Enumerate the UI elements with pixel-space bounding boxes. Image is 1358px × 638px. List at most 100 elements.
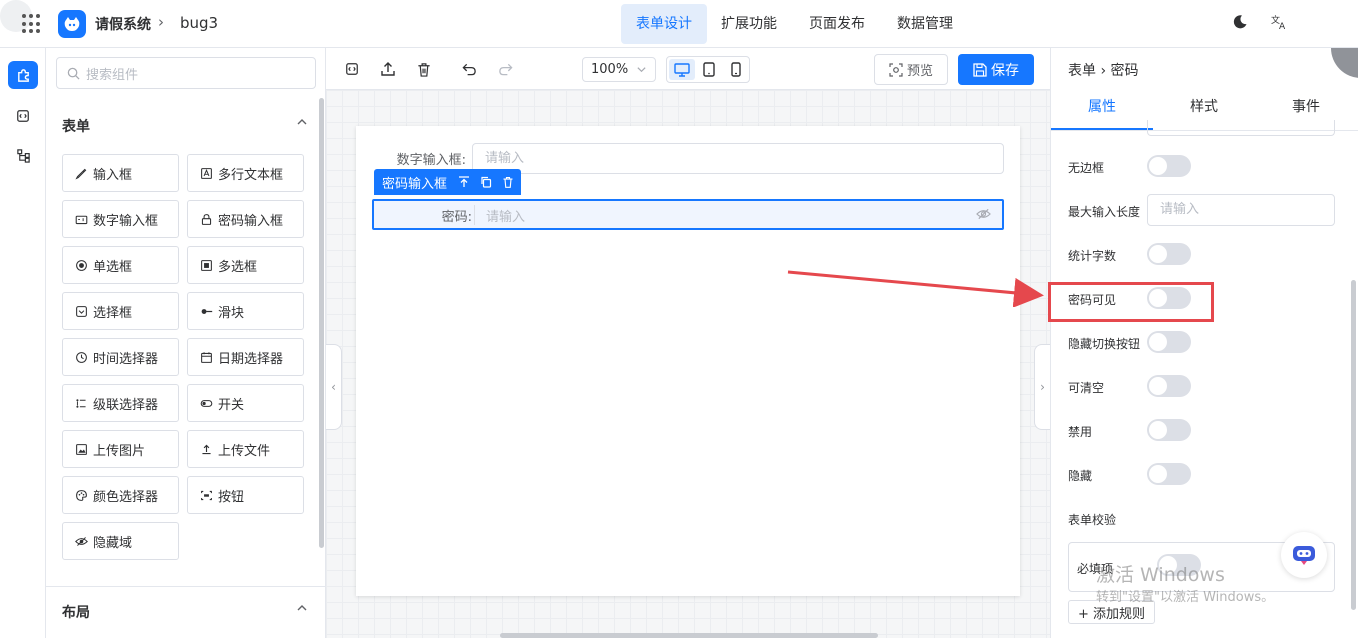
hidden-label: 隐藏 (1068, 469, 1093, 483)
component-item-label: 选择框 (93, 305, 133, 321)
mobile-device-icon[interactable] (723, 59, 749, 80)
code-view-icon[interactable] (342, 59, 362, 79)
component-item[interactable]: 开关 (187, 384, 304, 422)
nav-tab-data[interactable]: 数据管理 (885, 4, 965, 44)
select-icon (74, 304, 88, 318)
borderless-switch[interactable] (1147, 155, 1191, 177)
hide-toggle-switch[interactable] (1147, 331, 1191, 353)
component-item[interactable]: 级联选择器 (62, 384, 179, 422)
component-item[interactable]: 多选框 (187, 246, 304, 284)
component-item-label: 数字输入框 (93, 213, 159, 229)
rail-components-puzzle-icon[interactable] (8, 61, 38, 89)
component-item[interactable]: 单选框 (62, 246, 179, 284)
component-item[interactable]: 选择框 (62, 292, 179, 330)
section-layout-title: 布局 (62, 605, 90, 621)
import-upload-icon[interactable] (378, 59, 398, 79)
component-item[interactable]: 颜色选择器 (62, 476, 179, 514)
tab-events[interactable]: 事件 (1255, 96, 1357, 116)
section-form-collapse-chevron-icon[interactable] (296, 116, 308, 131)
number-field-input[interactable]: 请输入 (472, 143, 1004, 174)
component-item[interactable]: 多行文本框 (187, 154, 304, 192)
properties-scrollbar[interactable] (1351, 280, 1356, 610)
component-item[interactable]: 按钮 (187, 476, 304, 514)
component-item[interactable]: 滑块 (187, 292, 304, 330)
dark-mode-moon-icon[interactable] (1230, 14, 1250, 34)
component-search-input[interactable]: 搜索组件 (56, 57, 316, 89)
copy-icon[interactable] (479, 175, 493, 189)
canvas-toolbar: 100% 预览 保存 (326, 48, 1050, 90)
preview-button[interactable]: 预览 (874, 54, 948, 85)
chevron-down-icon (636, 58, 647, 83)
component-item-label: 输入框 (93, 167, 133, 183)
delete-trash-icon[interactable] (414, 59, 434, 79)
assistant-robot-icon[interactable] (1281, 532, 1327, 578)
design-stage-grid[interactable]: ‹ › 数字输入框: 请输入 密码输入框 密码: 请输入 (326, 90, 1050, 638)
move-up-icon[interactable] (457, 175, 471, 189)
undo-icon[interactable] (459, 59, 479, 79)
save-disk-icon (973, 62, 987, 77)
password-field-label: 密码: (441, 210, 472, 225)
collapse-right-panel-chevron-icon[interactable]: › (1034, 344, 1050, 430)
checkbox-icon (199, 258, 213, 272)
eye-off-icon[interactable] (976, 207, 991, 225)
delete-icon[interactable] (501, 175, 515, 189)
breadcrumb-app-name[interactable]: bug3 (180, 14, 218, 32)
device-switcher (666, 56, 750, 83)
switch-icon (199, 396, 213, 410)
components-scrollbar[interactable] (319, 98, 324, 548)
selected-component-tag: 密码输入框 (374, 169, 522, 195)
max-length-input[interactable]: 请输入 (1147, 194, 1335, 226)
max-length-label: 最大输入长度 (1068, 205, 1141, 219)
nav-tab-form-design[interactable]: 表单设计 (621, 4, 707, 44)
component-item[interactable]: 时间选择器 (62, 338, 179, 376)
cascader-icon (74, 396, 88, 410)
rail-code-icon[interactable] (8, 102, 38, 130)
section-layout-collapse-chevron-icon[interactable] (296, 602, 308, 617)
component-item-label: 级联选择器 (93, 397, 159, 413)
component-item[interactable]: 密码输入框 (187, 200, 304, 238)
tablet-device-icon[interactable] (696, 59, 722, 80)
form-canvas-card[interactable]: 数字输入框: 请输入 密码输入框 密码: 请输入 (356, 126, 1020, 596)
borderless-label: 无边框 (1068, 161, 1105, 175)
rail-tree-icon[interactable] (8, 141, 38, 169)
hidden-switch[interactable] (1147, 463, 1191, 485)
tab-style[interactable]: 样式 (1153, 96, 1255, 116)
number-icon (74, 212, 88, 226)
component-item[interactable]: 输入框 (62, 154, 179, 192)
validation-section-label: 表单校验 (1068, 513, 1117, 527)
collapse-left-panel-chevron-icon[interactable]: ‹ (326, 344, 342, 430)
component-item-label: 密码输入框 (218, 213, 284, 229)
redo-icon[interactable] (495, 59, 515, 79)
translate-icon[interactable]: 文A (1270, 14, 1290, 34)
annotation-highlight-box (1048, 282, 1214, 322)
fullscreen-corner-icon[interactable] (1331, 48, 1358, 78)
component-item[interactable]: 上传文件 (187, 430, 304, 468)
desktop-device-icon[interactable] (669, 59, 695, 80)
canvas-area: 100% 预览 保存 ‹ › 数字输入框: 请输入 密码输入框 密码: 请输入 (326, 48, 1050, 638)
preview-icon (889, 62, 903, 77)
tab-properties[interactable]: 属性 (1051, 96, 1153, 116)
component-item[interactable]: 数字输入框 (62, 200, 179, 238)
slider-icon (199, 304, 213, 318)
clipped-input[interactable] (1147, 120, 1335, 136)
palette-icon (74, 488, 88, 502)
show-count-switch[interactable] (1147, 243, 1191, 265)
calendar-icon (199, 350, 213, 364)
canvas-horizontal-scrollbar[interactable] (500, 633, 878, 638)
component-item[interactable]: 日期选择器 (187, 338, 304, 376)
selected-password-field[interactable]: 密码: 请输入 (372, 199, 1004, 230)
number-field-label: 数字输入框: (396, 153, 466, 168)
component-item[interactable]: 隐藏域 (62, 522, 179, 560)
clearable-switch[interactable] (1147, 375, 1191, 397)
nav-tab-extensions[interactable]: 扩展功能 (709, 4, 789, 44)
save-button[interactable]: 保存 (958, 54, 1034, 85)
disabled-switch[interactable] (1147, 419, 1191, 441)
zoom-select[interactable]: 100% (582, 57, 656, 82)
disabled-label: 禁用 (1068, 425, 1093, 439)
breadcrumb-separator: › (158, 13, 164, 31)
pencil-icon (74, 166, 88, 180)
password-field-placeholder[interactable]: 请输入 (486, 206, 525, 225)
component-item[interactable]: 上传图片 (62, 430, 179, 468)
nav-tab-publish[interactable]: 页面发布 (797, 4, 877, 44)
apps-grid-icon[interactable] (22, 14, 42, 34)
